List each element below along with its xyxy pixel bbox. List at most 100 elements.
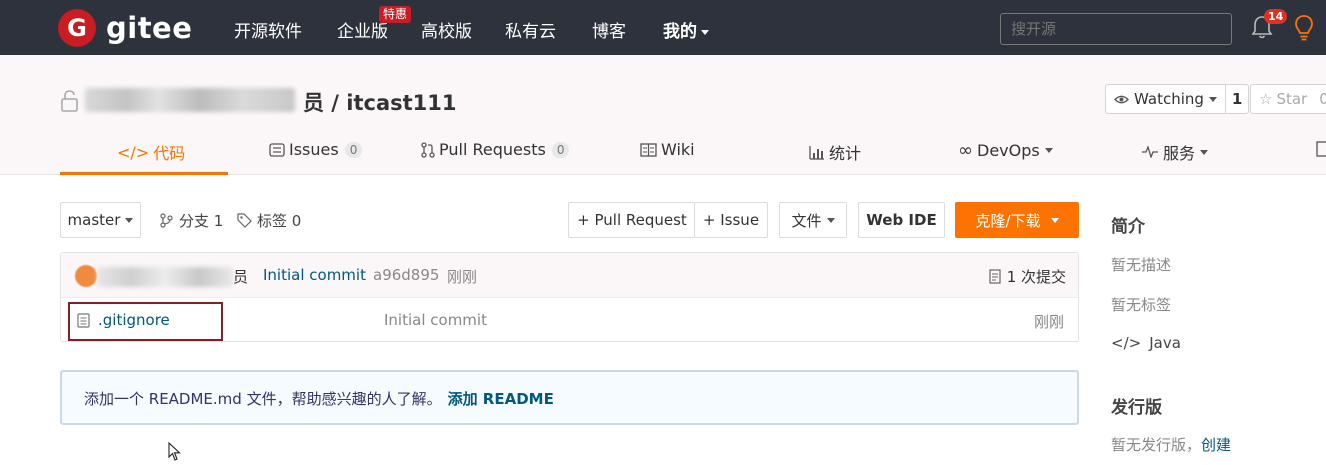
clone-download-button[interactable]: 克隆/下载 — [955, 202, 1079, 238]
watch-count: 1 — [1231, 90, 1243, 108]
unlock-icon — [61, 90, 78, 112]
releases-heading: 发行版 — [1111, 398, 1162, 418]
chevron-down-icon — [1208, 96, 1217, 102]
commit-time: 刚刚 — [447, 268, 478, 286]
language-label: Java — [1149, 334, 1181, 352]
watch-label: Watching — [1134, 90, 1204, 108]
tag-icon — [237, 213, 252, 228]
add-readme-link[interactable]: 添加 README — [448, 390, 554, 408]
issues-icon — [269, 142, 285, 157]
tab-devops-label: DevOps — [977, 141, 1040, 160]
more-tabs-icon[interactable] — [1316, 141, 1326, 157]
avatar[interactable] — [75, 265, 97, 287]
eye-icon — [1114, 95, 1129, 103]
create-release-link[interactable]: 创建 — [1201, 436, 1231, 454]
branch-select[interactable]: master — [60, 202, 141, 238]
gitee-logo[interactable]: G gitee — [58, 9, 192, 47]
chevron-down-icon — [826, 217, 835, 223]
new-issue-button[interactable]: + Issue — [694, 202, 768, 238]
tab-code-label: 代码 — [153, 144, 186, 163]
watch-button[interactable]: Watching 1 — [1105, 84, 1250, 114]
branch-icon — [160, 213, 173, 228]
chevron-down-icon — [1050, 217, 1059, 223]
chevron-down-icon — [1200, 149, 1209, 155]
promo-badge: 特惠 — [379, 6, 412, 23]
no-tags: 暂无标签 — [1111, 296, 1172, 314]
service-icon — [1142, 146, 1158, 158]
latest-commit-bar: 员 Initial commit a96d895 刚刚 1 次提交 — [61, 253, 1078, 298]
tab-stats[interactable]: 统计 — [809, 140, 861, 164]
file-name: .gitignore — [98, 311, 170, 329]
logo-text: gitee — [106, 11, 193, 45]
mouse-cursor-icon — [168, 442, 181, 461]
chevron-down-icon — [701, 29, 709, 35]
new-pull-request-button[interactable]: + Pull Request — [568, 202, 695, 238]
file-commit-message[interactable]: Initial commit — [384, 311, 487, 329]
wiki-icon — [640, 142, 657, 157]
readme-notice-text: 添加一个 README.md 文件，帮助感兴趣的人了解。 — [84, 390, 442, 408]
nav-private-cloud[interactable]: 私有云 — [505, 17, 556, 42]
tab-code[interactable]: </> 代码 — [117, 140, 185, 164]
logo-mark: G — [58, 9, 96, 47]
chevron-down-icon — [1044, 148, 1053, 153]
tab-wiki[interactable]: Wiki — [640, 140, 695, 159]
top-navbar: G gitee 开源软件 企业版 特惠 高校版 私有云 博客 我的 14 — [0, 0, 1326, 55]
intro-heading: 简介 — [1111, 217, 1145, 237]
tab-issues-label: Issues — [289, 140, 339, 159]
tab-devops[interactable]: ∞ DevOps — [958, 140, 1053, 161]
nav-education[interactable]: 高校版 — [421, 17, 472, 42]
star-label: Star — [1276, 90, 1308, 108]
commit-author-blurred — [97, 267, 233, 287]
commit-author-tail: 员 — [233, 268, 249, 286]
stats-icon — [809, 145, 824, 160]
commit-hash[interactable]: a96d895 — [373, 266, 439, 284]
devops-icon: ∞ — [958, 140, 973, 161]
commit-count-link[interactable]: 1 次提交 — [989, 266, 1066, 287]
star-icon: ☆ — [1259, 90, 1273, 108]
nav-open-source[interactable]: 开源软件 — [234, 17, 302, 42]
code-icon: </> — [117, 142, 150, 162]
star-button[interactable]: ☆ Star 0 — [1250, 84, 1326, 114]
no-description: 暂无描述 — [1111, 256, 1172, 274]
tab-wiki-label: Wiki — [661, 140, 695, 159]
lightbulb-icon[interactable] — [1293, 14, 1315, 42]
chevron-down-icon — [125, 217, 134, 223]
branches-label: 分支 1 — [179, 212, 224, 230]
nav-blog[interactable]: 博客 — [592, 17, 626, 42]
tab-service-label: 服务 — [1163, 144, 1196, 163]
pull-request-icon — [421, 141, 435, 158]
tab-issues[interactable]: Issues 0 — [269, 140, 363, 159]
nav-mine[interactable]: 我的 — [663, 17, 709, 42]
file-icon — [77, 312, 90, 328]
commit-message[interactable]: Initial commit — [263, 266, 366, 284]
code-icon: </> — [1111, 334, 1142, 352]
language-row: </> Java — [1111, 334, 1181, 352]
branch-label: master — [67, 211, 121, 229]
no-release-row: 暂无发行版，创建 — [1111, 434, 1231, 455]
tab-pull-requests[interactable]: Pull Requests 0 — [421, 140, 570, 159]
file-list: 员 Initial commit a96d895 刚刚 1 次提交 .gitig… — [60, 252, 1079, 342]
document-icon — [989, 269, 1001, 284]
search-input[interactable] — [1000, 13, 1232, 45]
file-menu-label: 文件 — [791, 211, 822, 230]
repo-owner-blurred — [85, 88, 295, 112]
web-ide-button[interactable]: Web IDE — [858, 202, 945, 238]
no-release-text: 暂无发行版， — [1111, 436, 1202, 454]
notification-badge: 14 — [1264, 9, 1288, 24]
file-time: 刚刚 — [1033, 313, 1064, 331]
readme-notice: 添加一个 README.md 文件，帮助感兴趣的人了解。 添加 README — [60, 370, 1079, 425]
tags-link[interactable]: 标签 0 — [237, 210, 301, 231]
pull-requests-count: 0 — [551, 141, 570, 158]
repo-title[interactable]: 员 / itcast111 — [303, 87, 457, 117]
clone-label: 克隆/下载 — [975, 211, 1041, 230]
nav-mine-label: 我的 — [663, 22, 697, 42]
branches-link[interactable]: 分支 1 — [160, 210, 223, 231]
issues-count: 0 — [344, 141, 363, 158]
tab-service[interactable]: 服务 — [1141, 140, 1209, 164]
star-count: 0 — [1319, 90, 1326, 108]
file-menu-button[interactable]: 文件 — [779, 202, 847, 238]
table-row[interactable]: .gitignore Initial commit 刚刚 — [61, 299, 1078, 342]
tab-pull-requests-label: Pull Requests — [439, 140, 546, 159]
commit-count: 1 次提交 — [1006, 268, 1066, 286]
file-link[interactable]: .gitignore — [77, 311, 170, 329]
